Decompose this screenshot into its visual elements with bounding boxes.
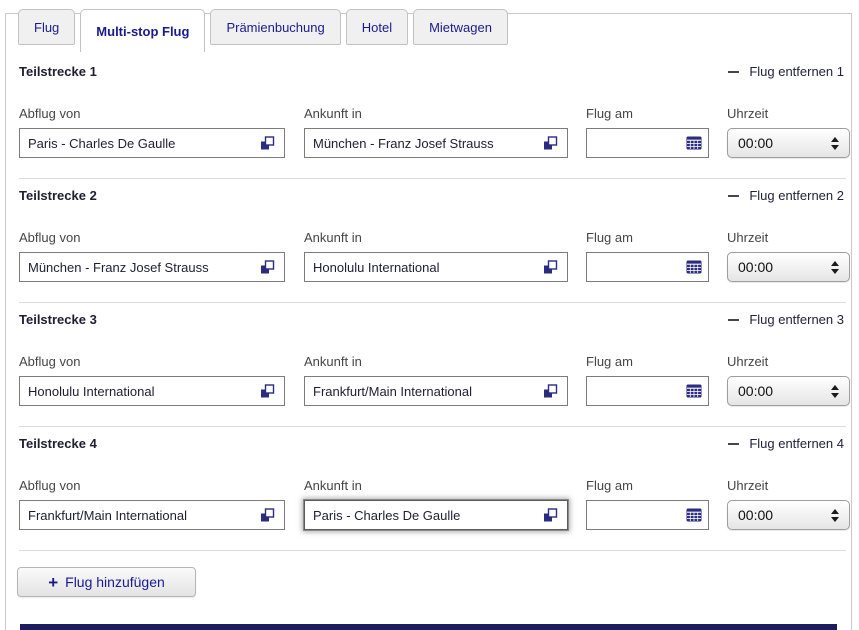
arrival-label: Ankunft in bbox=[304, 230, 568, 245]
departure-input-2[interactable] bbox=[20, 253, 284, 281]
section-divider bbox=[19, 550, 846, 551]
remove-flight-link-1[interactable]: Flug entfernen 1 bbox=[728, 64, 844, 79]
leg-section-4: Teilstrecke 4 Flug entfernen 4 Abflug vo… bbox=[19, 432, 846, 556]
leg-title: Teilstrecke 2 bbox=[19, 188, 97, 203]
minus-icon bbox=[728, 443, 739, 445]
plus-icon: + bbox=[48, 574, 58, 591]
calendar-icon[interactable] bbox=[686, 136, 702, 150]
departure-input-3[interactable] bbox=[20, 377, 284, 405]
airport-lookup-icon[interactable] bbox=[543, 136, 558, 151]
date-label: Flug am bbox=[586, 354, 709, 369]
arrival-label: Ankunft in bbox=[304, 354, 568, 369]
arrival-input-4[interactable] bbox=[305, 501, 567, 529]
tab-multi-stop-flug[interactable]: Multi-stop Flug bbox=[80, 9, 205, 52]
departure-field-3 bbox=[19, 376, 285, 406]
arrival-field-1 bbox=[304, 128, 568, 158]
remove-flight-link-3[interactable]: Flug entfernen 3 bbox=[728, 312, 844, 327]
time-value: 00:00 bbox=[738, 383, 831, 399]
add-flight-button[interactable]: + Flug hinzufügen bbox=[17, 567, 196, 597]
time-select-4[interactable]: 00:00 bbox=[727, 500, 850, 530]
remove-flight-link-4[interactable]: Flug entfernen 4 bbox=[728, 436, 844, 451]
departure-label: Abflug von bbox=[19, 354, 285, 369]
stepper-icon bbox=[831, 137, 839, 150]
date-field-4 bbox=[586, 500, 709, 530]
leg-title: Teilstrecke 3 bbox=[19, 312, 97, 327]
calendar-icon[interactable] bbox=[686, 508, 702, 522]
airport-lookup-icon[interactable] bbox=[543, 384, 558, 399]
arrival-field-4 bbox=[304, 500, 568, 530]
date-field-1 bbox=[586, 128, 709, 158]
arrival-label: Ankunft in bbox=[304, 478, 568, 493]
departure-label: Abflug von bbox=[19, 478, 285, 493]
tab-hotel[interactable]: Hotel bbox=[346, 9, 408, 45]
arrival-input-3[interactable] bbox=[305, 377, 567, 405]
leg-title: Teilstrecke 4 bbox=[19, 436, 97, 451]
arrival-input-2[interactable] bbox=[305, 253, 567, 281]
departure-label: Abflug von bbox=[19, 230, 285, 245]
remove-flight-label: Flug entfernen 2 bbox=[749, 188, 844, 203]
minus-icon bbox=[728, 319, 739, 321]
arrival-field-3 bbox=[304, 376, 568, 406]
time-label: Uhrzeit bbox=[727, 478, 850, 493]
airport-lookup-icon[interactable] bbox=[260, 384, 275, 399]
leg-title: Teilstrecke 1 bbox=[19, 64, 97, 79]
section-divider bbox=[19, 178, 846, 179]
date-field-3 bbox=[586, 376, 709, 406]
time-value: 00:00 bbox=[738, 507, 831, 523]
departure-field-4 bbox=[19, 500, 285, 530]
departure-field-2 bbox=[19, 252, 285, 282]
section-divider bbox=[19, 302, 846, 303]
airport-lookup-icon[interactable] bbox=[543, 508, 558, 523]
arrival-input-1[interactable] bbox=[305, 129, 567, 157]
arrival-label: Ankunft in bbox=[304, 106, 568, 121]
calendar-icon[interactable] bbox=[686, 384, 702, 398]
departure-label: Abflug von bbox=[19, 106, 285, 121]
arrival-field-2 bbox=[304, 252, 568, 282]
airport-lookup-icon[interactable] bbox=[543, 260, 558, 275]
date-label: Flug am bbox=[586, 230, 709, 245]
leg-section-3: Teilstrecke 3 Flug entfernen 3 Abflug vo… bbox=[19, 308, 846, 432]
section-divider bbox=[19, 426, 846, 427]
remove-flight-label: Flug entfernen 1 bbox=[749, 64, 844, 79]
remove-flight-label: Flug entfernen 4 bbox=[749, 436, 844, 451]
departure-field-1 bbox=[19, 128, 285, 158]
tab-flug[interactable]: Flug bbox=[18, 9, 75, 45]
departure-input-4[interactable] bbox=[20, 501, 284, 529]
tab-mietwagen[interactable]: Mietwagen bbox=[413, 9, 508, 45]
time-select-1[interactable]: 00:00 bbox=[727, 128, 850, 158]
stepper-icon bbox=[831, 509, 839, 522]
time-select-3[interactable]: 00:00 bbox=[727, 376, 850, 406]
airport-lookup-icon[interactable] bbox=[260, 508, 275, 523]
stepper-icon bbox=[831, 261, 839, 274]
add-flight-label: Flug hinzufügen bbox=[65, 574, 165, 590]
airport-lookup-icon[interactable] bbox=[260, 260, 275, 275]
leg-section-1: Teilstrecke 1 Flug entfernen 1 Abflug vo… bbox=[19, 60, 846, 184]
time-label: Uhrzeit bbox=[727, 354, 850, 369]
time-value: 00:00 bbox=[738, 135, 831, 151]
date-field-2 bbox=[586, 252, 709, 282]
time-label: Uhrzeit bbox=[727, 106, 850, 121]
time-label: Uhrzeit bbox=[727, 230, 850, 245]
airport-lookup-icon[interactable] bbox=[260, 136, 275, 151]
booking-tabs: Flug Multi-stop Flug Prämienbuchung Hote… bbox=[18, 9, 508, 52]
date-label: Flug am bbox=[586, 106, 709, 121]
calendar-icon[interactable] bbox=[686, 260, 702, 274]
stepper-icon bbox=[831, 385, 839, 398]
footer-bar bbox=[20, 624, 837, 630]
time-select-2[interactable]: 00:00 bbox=[727, 252, 850, 282]
leg-section-2: Teilstrecke 2 Flug entfernen 2 Abflug vo… bbox=[19, 184, 846, 308]
date-label: Flug am bbox=[586, 478, 709, 493]
minus-icon bbox=[728, 195, 739, 197]
departure-input-1[interactable] bbox=[20, 129, 284, 157]
remove-flight-link-2[interactable]: Flug entfernen 2 bbox=[728, 188, 844, 203]
time-value: 00:00 bbox=[738, 259, 831, 275]
remove-flight-label: Flug entfernen 3 bbox=[749, 312, 844, 327]
tab-praemienbuchung[interactable]: Prämienbuchung bbox=[210, 9, 340, 45]
minus-icon bbox=[728, 71, 739, 73]
